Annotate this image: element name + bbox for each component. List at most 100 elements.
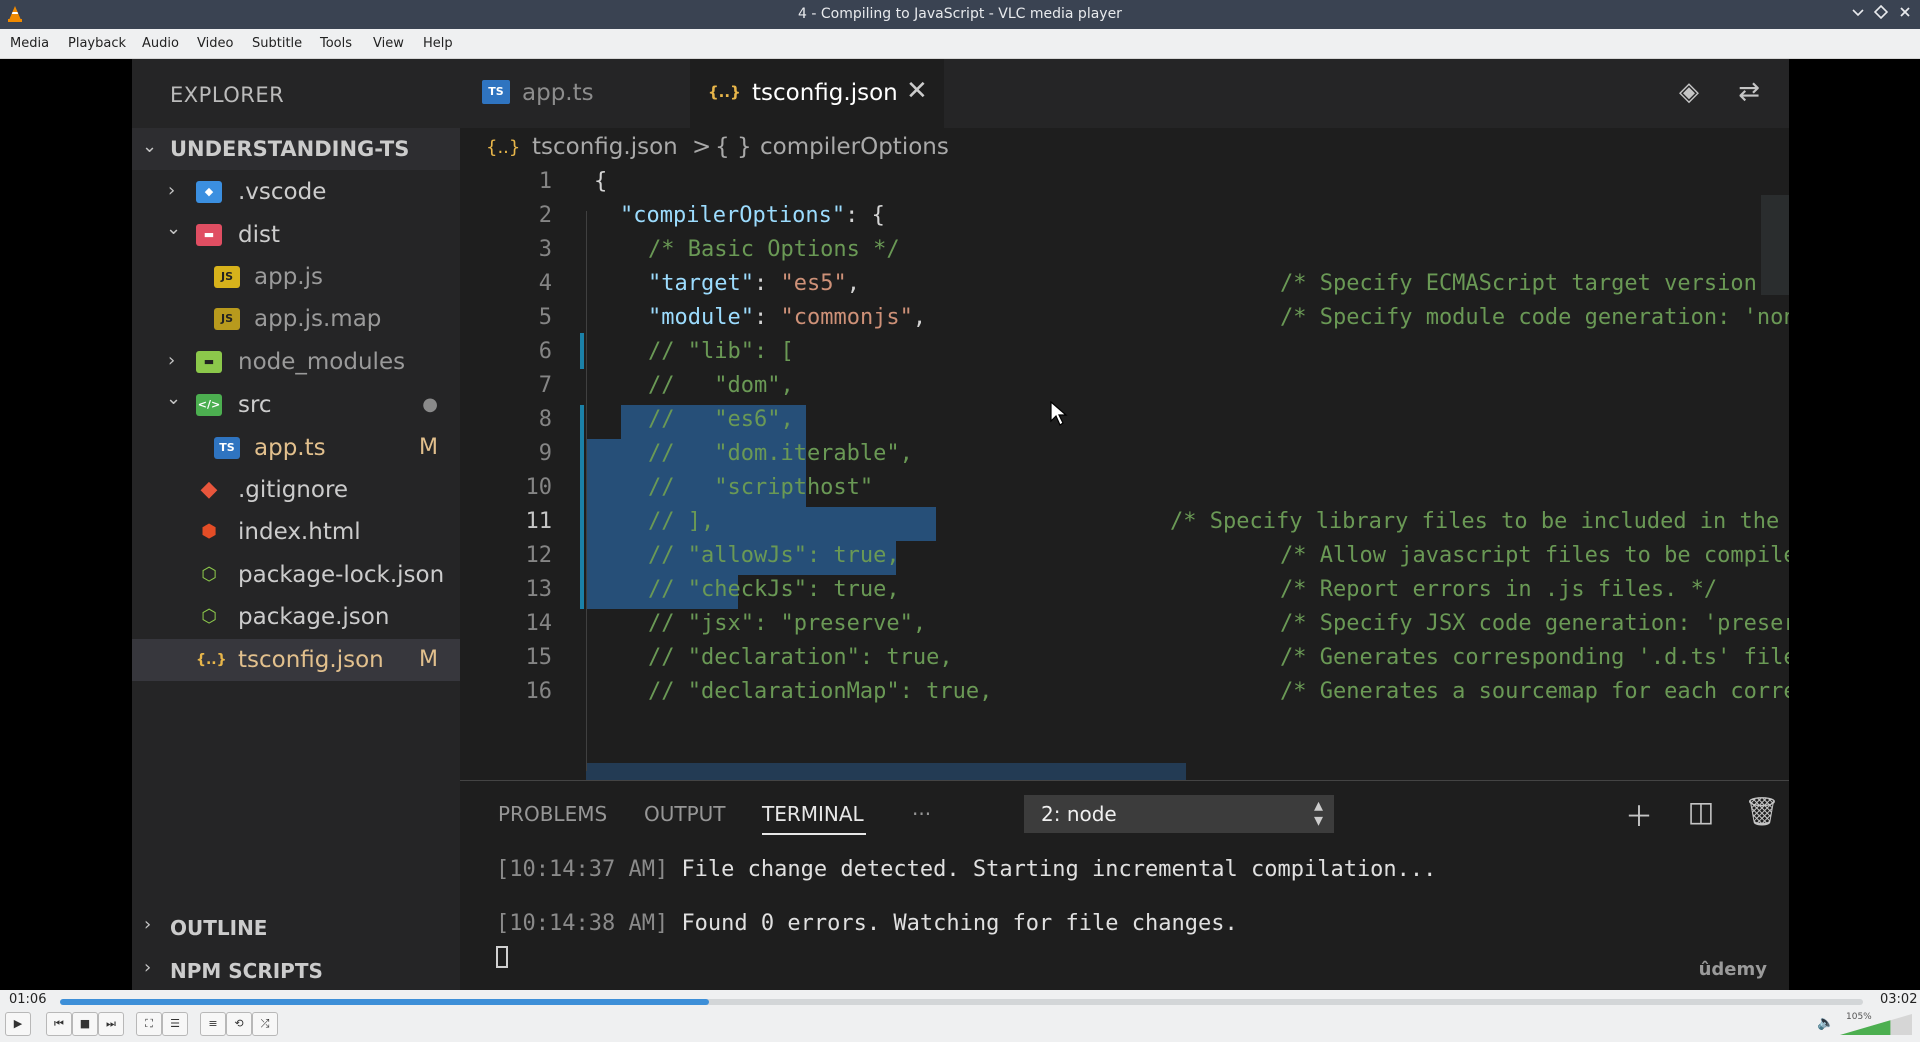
folder-node-icon: ▬ (196, 351, 222, 373)
minimize-button[interactable] (1849, 5, 1867, 23)
volume-slider[interactable]: 105% (1840, 1012, 1912, 1036)
menu-bar: Media Playback Audio Video Subtitle Tool… (0, 29, 1920, 59)
tab-tsconfig: {..} tsconfig.json ✕ (690, 59, 944, 128)
line-number: 3 (538, 237, 552, 262)
menu-help[interactable]: Help (423, 36, 453, 51)
code-line: // "es6", (648, 407, 794, 432)
tree-item-package-json: ⬡ package.json (132, 596, 460, 638)
braces-icon: { } (715, 134, 752, 160)
tree-item-label: package-lock.json (238, 562, 445, 588)
line-number: 5 (538, 305, 552, 330)
close-icon (1900, 7, 1910, 17)
code-token: "es5" (780, 271, 847, 296)
close-icon: ✕ (906, 76, 928, 106)
breadcrumb-file: tsconfig.json (532, 134, 678, 160)
chevron-down-icon: ⌄ (142, 136, 158, 157)
code-line: { (594, 169, 608, 194)
menu-subtitle[interactable]: Subtitle (252, 36, 302, 51)
code-comment: /* Specify JSX code generation: 'preserv (1280, 611, 1789, 636)
terminal-message: Found 0 errors. Watching for file change… (681, 911, 1238, 936)
video-area[interactable]: EXPLORER ⌄ UNDERSTANDING-TS › ◆ .vscode … (0, 59, 1920, 990)
folder-dist-icon: ▬ (196, 224, 222, 246)
speaker-icon[interactable]: 🔈 (1817, 1015, 1834, 1031)
stop-icon: ■ (79, 1017, 91, 1030)
extended-settings-button[interactable]: ☰ (162, 1012, 188, 1036)
code-line: "target": "es5", (648, 271, 860, 296)
tree-item-vscode: › ◆ .vscode (132, 171, 460, 213)
explorer-sidebar: EXPLORER ⌄ UNDERSTANDING-TS › ◆ .vscode … (132, 59, 460, 990)
project-name: UNDERSTANDING-TS (170, 137, 410, 161)
menu-view[interactable]: View (373, 36, 404, 51)
stop-button[interactable]: ■ (72, 1012, 98, 1036)
code-line: "module": "commonjs", (648, 305, 927, 330)
tree-item-app-js: JS app.js (132, 256, 460, 298)
html-file-icon: ⬢ (201, 521, 217, 542)
json-file-icon: {..} (708, 83, 741, 101)
npm-scripts-section: NPM SCRIPTS (170, 959, 323, 983)
npm-file-icon: ⬡ (201, 564, 217, 585)
menu-playback[interactable]: Playback (68, 36, 126, 51)
js-file-icon: JS (214, 266, 240, 288)
title-bar: 4 - Compiling to JavaScript - VLC media … (0, 0, 1920, 29)
git-file-icon: ◆ (200, 477, 218, 502)
tree-item-gitignore: ◆ .gitignore (132, 469, 460, 511)
line-number: 10 (525, 475, 553, 500)
outline-section: OUTLINE (170, 916, 268, 940)
shuffle-button[interactable]: ⤮ (252, 1012, 278, 1036)
seek-bar[interactable] (60, 999, 1863, 1005)
code-line: // "lib": [ (648, 339, 794, 364)
code-comment: /* Generates corresponding '.d.ts' file. (1280, 645, 1789, 670)
maximize-button[interactable] (1872, 4, 1890, 23)
line-number: 8 (538, 407, 552, 432)
code-token: "target" (648, 271, 754, 296)
seek-progress (60, 999, 710, 1005)
close-button[interactable] (1896, 5, 1914, 23)
timestamp: [10:14:38 AM] (496, 911, 669, 936)
minimap[interactable] (1761, 195, 1789, 295)
playlist-button[interactable]: ≡ (200, 1012, 226, 1036)
previous-button[interactable]: ⏮ (46, 1012, 72, 1036)
line-number: 9 (538, 441, 552, 466)
code-line: // ], (648, 509, 715, 534)
indent-guide (586, 211, 587, 771)
line-number: 13 (525, 577, 553, 602)
code-token: "module" (648, 305, 754, 330)
fullscreen-icon: ⛶ (145, 1017, 153, 1030)
terminal-line: [10:14:37 AM] File change detected. Star… (496, 857, 1436, 882)
breadcrumb: {..} tsconfig.json > { } compilerOptions (460, 128, 1360, 166)
chevron-right-icon: › (168, 350, 176, 371)
terminal-panel: PROBLEMS OUTPUT TERMINAL ··· 2: node ▴ ▾ … (460, 780, 1789, 990)
code-comment: /* Allow javascript files to be compiled (1280, 543, 1789, 568)
ts-file-icon: TS (482, 80, 510, 104)
next-button[interactable]: ⏭ (98, 1012, 124, 1036)
modified-badge: M (419, 647, 438, 672)
line-number: 1 (538, 169, 552, 194)
tree-item-label: app.ts (254, 435, 326, 461)
tab-label: app.ts (522, 80, 594, 106)
plus-icon: ＋ (1624, 800, 1653, 833)
elapsed-time: 01:06 (9, 992, 47, 1007)
menu-media[interactable]: Media (10, 36, 49, 51)
code-token: : { (845, 203, 885, 228)
menu-video[interactable]: Video (197, 36, 233, 51)
window-title: 4 - Compiling to JavaScript - VLC media … (798, 6, 1122, 22)
code-editor[interactable]: 1 2 3 4 5 6 7 8 9 10 11 12 13 14 15 16 {… (460, 167, 1789, 783)
playlist-icon: ≡ (208, 1017, 218, 1030)
tree-item-label: src (238, 392, 272, 418)
code-line: // "allowJs": true, (648, 543, 900, 568)
tab-terminal: TERMINAL (762, 802, 864, 826)
code-comment: /* Specify library files to be included … (1170, 509, 1789, 534)
tree-item-label: index.html (238, 519, 361, 545)
json-file-icon: {..} (486, 137, 521, 158)
git-change-marker (580, 405, 584, 609)
tab-app-ts: TS app.ts (460, 59, 690, 128)
menu-tools[interactable]: Tools (320, 36, 352, 51)
open-changes-icon: ⇄ (1738, 77, 1760, 107)
git-compare-icon: ◈ (1679, 77, 1699, 107)
menu-audio[interactable]: Audio (142, 36, 179, 51)
tree-item-dist: ⌄ ▬ dist (132, 214, 460, 256)
line-number: 6 (538, 339, 552, 364)
loop-button[interactable]: ⟲ (226, 1012, 252, 1036)
fullscreen-button[interactable]: ⛶ (136, 1012, 162, 1036)
play-button[interactable]: ▶ (5, 1012, 31, 1036)
